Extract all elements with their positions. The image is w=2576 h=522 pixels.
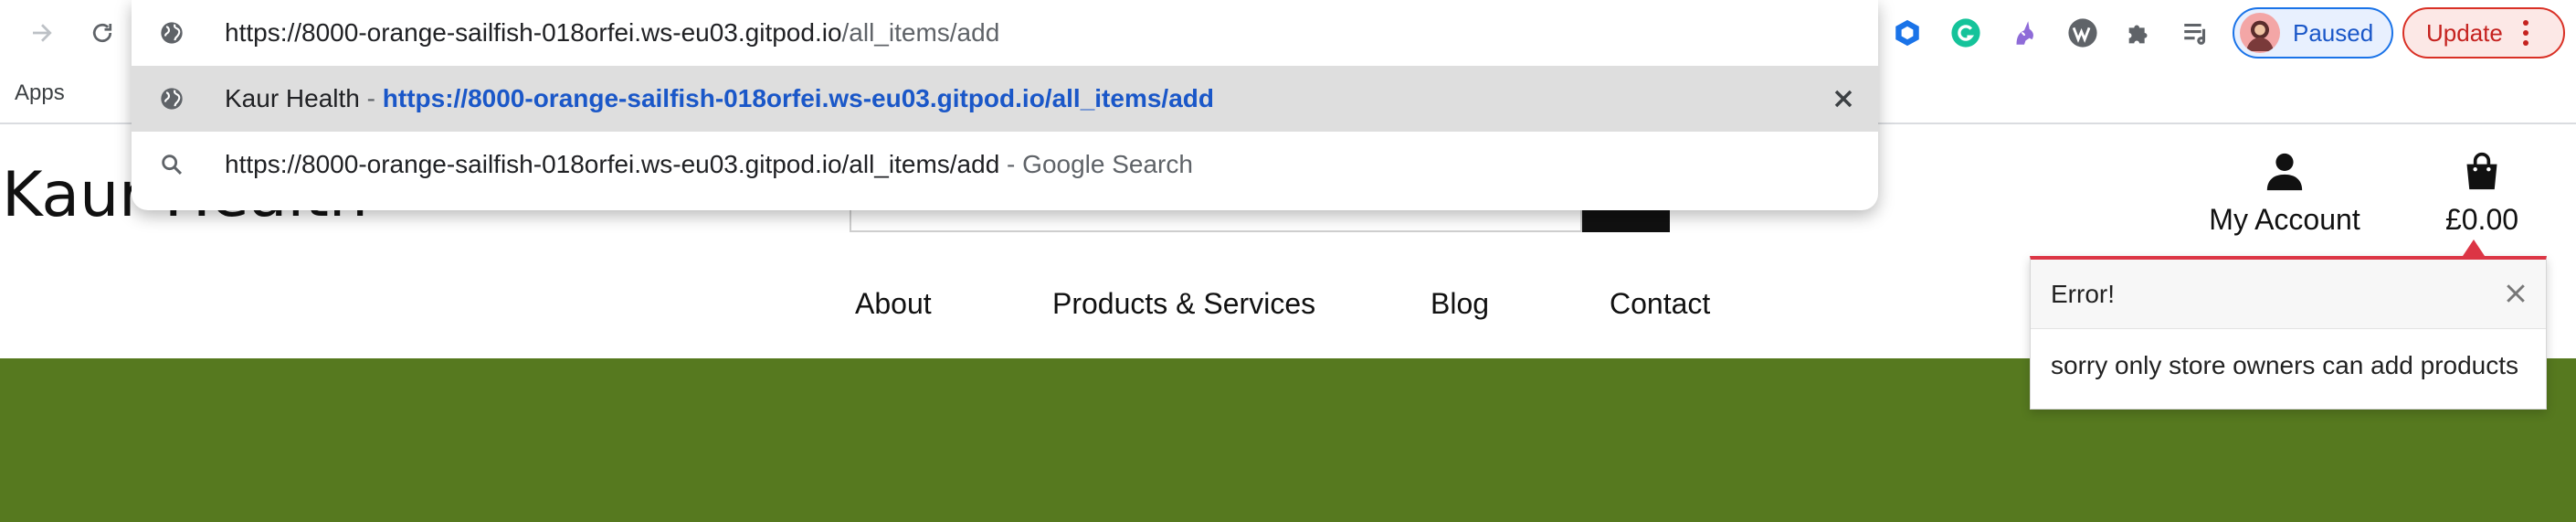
- puzzle-icon[interactable]: [2121, 15, 2158, 51]
- omnibox-url-text: https://8000-orange-sailfish-018orfei.ws…: [225, 18, 1000, 47]
- reading-list-icon[interactable]: [2178, 15, 2214, 51]
- globe-icon: [161, 88, 183, 110]
- bookmark-apps[interactable]: Apps: [15, 80, 65, 106]
- nav-about[interactable]: About: [855, 287, 932, 321]
- cart-total: £0.00: [2444, 203, 2519, 236]
- my-account-link[interactable]: My Account: [2205, 150, 2364, 238]
- toast-arrow: [2463, 240, 2485, 256]
- nav-contact[interactable]: Contact: [1610, 287, 1710, 321]
- avatar: [2240, 13, 2280, 53]
- search-icon: [162, 154, 182, 175]
- nav-blog[interactable]: Blog: [1431, 287, 1489, 321]
- reload-icon[interactable]: [80, 11, 124, 55]
- toast-message: sorry only store owners can add products: [2051, 351, 2519, 379]
- omnibox-dropdown: https://8000-orange-sailfish-018orfei.ws…: [132, 0, 1878, 210]
- more-vertical-icon: [2522, 20, 2528, 46]
- grammarly-extension-icon[interactable]: [1948, 15, 1984, 51]
- user-icon: [2266, 153, 2303, 191]
- error-toast: Error! sorry only store owners can add p…: [2030, 256, 2547, 410]
- update-button[interactable]: Update: [2402, 7, 2565, 59]
- omnibox-input[interactable]: https://8000-orange-sailfish-018orfei.ws…: [132, 0, 1878, 66]
- profile-status-label: Paused: [2293, 18, 2374, 47]
- hexagon-extension-icon[interactable]: [1889, 15, 1926, 51]
- suggestion-text: https://8000-orange-sailfish-018orfei.ws…: [225, 150, 1193, 178]
- toast-header: Error!: [2031, 260, 2546, 329]
- forward-icon[interactable]: [20, 11, 64, 55]
- shopping-bag-icon: [2466, 152, 2497, 190]
- suggestion-text: Kaur Health - https://8000-orange-sailfi…: [225, 84, 1214, 112]
- profile-paused-button[interactable]: Paused: [2233, 7, 2393, 59]
- omnibox-suggestion-search[interactable]: https://8000-orange-sailfish-018orfei.ws…: [132, 132, 1878, 197]
- nav-products-services[interactable]: Products & Services: [1052, 287, 1315, 321]
- my-account-label: My Account: [2209, 203, 2360, 236]
- update-label: Update: [2426, 18, 2503, 47]
- close-icon[interactable]: [2502, 280, 2529, 307]
- toast-title: Error!: [2051, 279, 2115, 308]
- cart-link[interactable]: £0.00: [2433, 150, 2530, 238]
- unicorn-extension-icon[interactable]: [2006, 15, 2043, 51]
- globe-icon: [161, 22, 183, 44]
- remove-suggestion-icon[interactable]: [1829, 84, 1858, 113]
- wordpress-extension-icon[interactable]: [2064, 15, 2101, 51]
- omnibox-suggestion-history[interactable]: Kaur Health - https://8000-orange-sailfi…: [132, 66, 1878, 132]
